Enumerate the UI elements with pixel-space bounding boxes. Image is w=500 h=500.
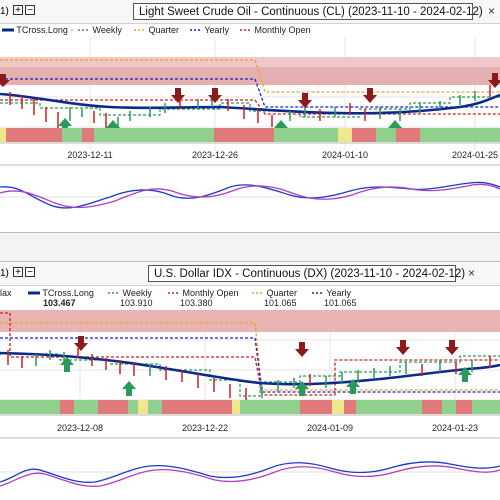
x-tick-label: 2024-01-09 [307, 423, 353, 433]
resistance-zone-upper [0, 57, 500, 67]
chart-title: Light Sweet Crude Oil - Continuous (CL) … [133, 3, 483, 20]
legend-swatch-icon [108, 292, 120, 294]
price-plot: 2023-12-08 2023-12-22 2024-01-09 2024-01… [0, 310, 500, 500]
legend-quarter: Quarter [252, 288, 297, 298]
expand-button[interactable]: + [13, 267, 23, 278]
legend-yearly-value: 101.065 [324, 298, 357, 308]
legend-monthly-open-value: 103.380 [180, 298, 213, 308]
panel-header: 1) + − Light Sweet Crude Oil - Continuou… [0, 0, 500, 24]
resistance-zone [0, 67, 500, 85]
legend-weekly: Weekly [78, 25, 122, 35]
x-tick-label: 2024-01-10 [322, 150, 368, 160]
legend-tcross-value: 103.467 [43, 298, 76, 308]
panel-header: 1) + − U.S. Dollar IDX - Continuous (DX)… [0, 262, 500, 286]
panel-number: 1) [0, 268, 9, 279]
legend-quarter-value: 101.065 [264, 298, 297, 308]
panel-separator [0, 232, 500, 262]
legend-swatch-icon [252, 292, 264, 294]
x-tick-label: 2023-12-08 [57, 423, 103, 433]
dollar-index-chart-panel: 1) + − U.S. Dollar IDX - Continuous (DX)… [0, 262, 500, 500]
collapse-button[interactable]: − [25, 267, 35, 278]
legend-monthly-open: Monthly Open [240, 25, 311, 35]
legend-lax: lax [0, 288, 12, 298]
x-tick-label: 2024-01-25 [452, 150, 498, 160]
panel-number: 1) [0, 6, 9, 17]
price-plot: 2023-12-11 2023-12-26 2024-01-10 2024-01… [0, 37, 500, 232]
legend-quarter: Quarter [134, 25, 179, 35]
x-tick-label: 2023-12-26 [192, 150, 238, 160]
regime-bar [0, 400, 500, 414]
resistance-zone [0, 310, 500, 332]
regime-bar [0, 128, 500, 142]
legend-yearly: Yearly [312, 288, 351, 298]
legend-swatch-icon [134, 29, 146, 31]
legend-swatch-icon [2, 28, 14, 32]
legend-yearly: Yearly [190, 25, 229, 35]
close-icon[interactable]: × [488, 4, 495, 18]
legend-swatch-icon [28, 291, 40, 295]
legend-weekly-value: 103.910 [120, 298, 153, 308]
chart-title: U.S. Dollar IDX - Continuous (DX) (2023-… [148, 265, 465, 282]
collapse-button[interactable]: − [25, 5, 35, 16]
x-tick-label: 2023-12-11 [67, 150, 112, 160]
legend-weekly: Weekly [108, 288, 152, 298]
x-tick-label: 2023-12-22 [182, 423, 228, 433]
legend-tcross: TCross.Long [28, 288, 94, 298]
legend-tcross: TCross.Long ◦ [2, 25, 74, 35]
legend-swatch-icon [168, 292, 180, 294]
legend-monthly-open: Monthly Open [168, 288, 239, 298]
legend-swatch-icon [78, 29, 90, 31]
x-tick-label: 2024-01-23 [432, 423, 478, 433]
legend-swatch-icon [190, 29, 202, 31]
expand-button[interactable]: + [13, 5, 23, 16]
legend-swatch-icon [240, 29, 252, 31]
crude-oil-chart-panel: 1) + − Light Sweet Crude Oil - Continuou… [0, 0, 500, 232]
legend-swatch-icon [312, 292, 324, 294]
close-icon[interactable]: × [468, 266, 475, 280]
